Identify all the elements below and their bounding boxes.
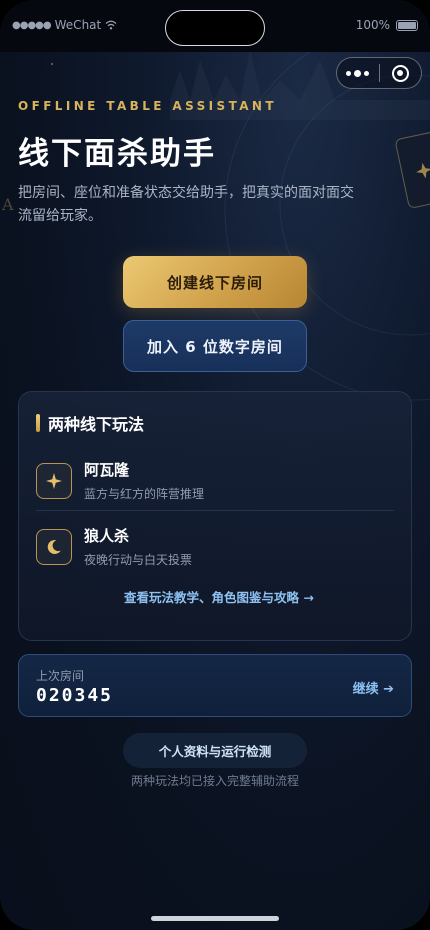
signal-icon: ●●●●● xyxy=(12,19,52,31)
accent-bar xyxy=(36,414,40,432)
game-modes-card: 两种线下玩法 阿瓦隆 蓝方与红方的阵营推理 狼人杀 夜晚行动与白天投票 查看玩法… xyxy=(18,391,412,641)
last-room-card[interactable]: 上次房间 020345 继续 ➔ xyxy=(18,654,412,717)
guide-link[interactable]: 查看玩法教学、角色图鉴与攻略 → xyxy=(124,589,324,607)
wifi-icon xyxy=(105,20,117,30)
status-right: 100% xyxy=(356,18,418,32)
mode-text: 狼人杀 夜晚行动与白天投票 xyxy=(84,525,192,568)
mode-desc: 蓝方与红方的阵营推理 xyxy=(84,487,205,501)
card-header: 两种线下玩法 xyxy=(36,411,144,435)
phone-screen: A ●●●●● WeChat 100% OFFLINE TABLE ASSIST… xyxy=(0,0,430,930)
camera-notch xyxy=(165,10,265,46)
mode-name: 狼人杀 xyxy=(84,527,130,545)
join-room-button[interactable]: 加入 6 位数字房间 xyxy=(123,320,307,372)
profile-diagnostics-button[interactable]: 个人资料与运行检测 xyxy=(123,733,307,768)
mode-text: 阿瓦隆 蓝方与红方的阵营推理 xyxy=(84,459,204,502)
more-icon[interactable] xyxy=(337,58,379,88)
battery-icon xyxy=(396,19,418,31)
hero-eyebrow: OFFLINE TABLE ASSISTANT xyxy=(18,99,277,113)
miniprogram-capsule xyxy=(336,57,422,89)
hero-subtitle: 把房间、座位和准备状态交给助手，把真实的面对面交流留给玩家。 xyxy=(18,185,354,224)
battery-percent: 100% xyxy=(355,18,390,32)
home-indicator[interactable] xyxy=(151,916,279,921)
last-room-label: 上次房间 xyxy=(36,669,85,683)
mode-desc: 夜晚行动与白天投票 xyxy=(84,553,193,567)
mode-divider xyxy=(36,510,394,511)
close-icon[interactable] xyxy=(379,58,421,88)
status-left: ●●●●● WeChat xyxy=(12,18,117,32)
continue-button[interactable]: 继续 ➔ xyxy=(353,678,394,697)
footer-note: 两种玩法均已接入完整辅助流程 xyxy=(130,774,299,788)
moon-icon xyxy=(36,528,72,565)
mode-name: 阿瓦隆 xyxy=(84,461,130,479)
create-room-button[interactable]: 创建线下房间 xyxy=(123,256,307,308)
card-title: 两种线下玩法 xyxy=(48,415,145,434)
page-title: 线下面杀助手 xyxy=(18,136,216,172)
status-bar: ●●●●● WeChat 100% xyxy=(0,0,430,52)
mode-avalon[interactable]: 阿瓦隆 蓝方与红方的阵营推理 xyxy=(36,459,204,502)
sparkle-icon xyxy=(36,462,72,499)
card-letter: A xyxy=(1,195,14,214)
last-room-code: 020345 xyxy=(36,685,114,706)
mode-werewolf[interactable]: 狼人杀 夜晚行动与白天投票 xyxy=(36,525,192,568)
carrier-name: WeChat xyxy=(54,18,102,32)
